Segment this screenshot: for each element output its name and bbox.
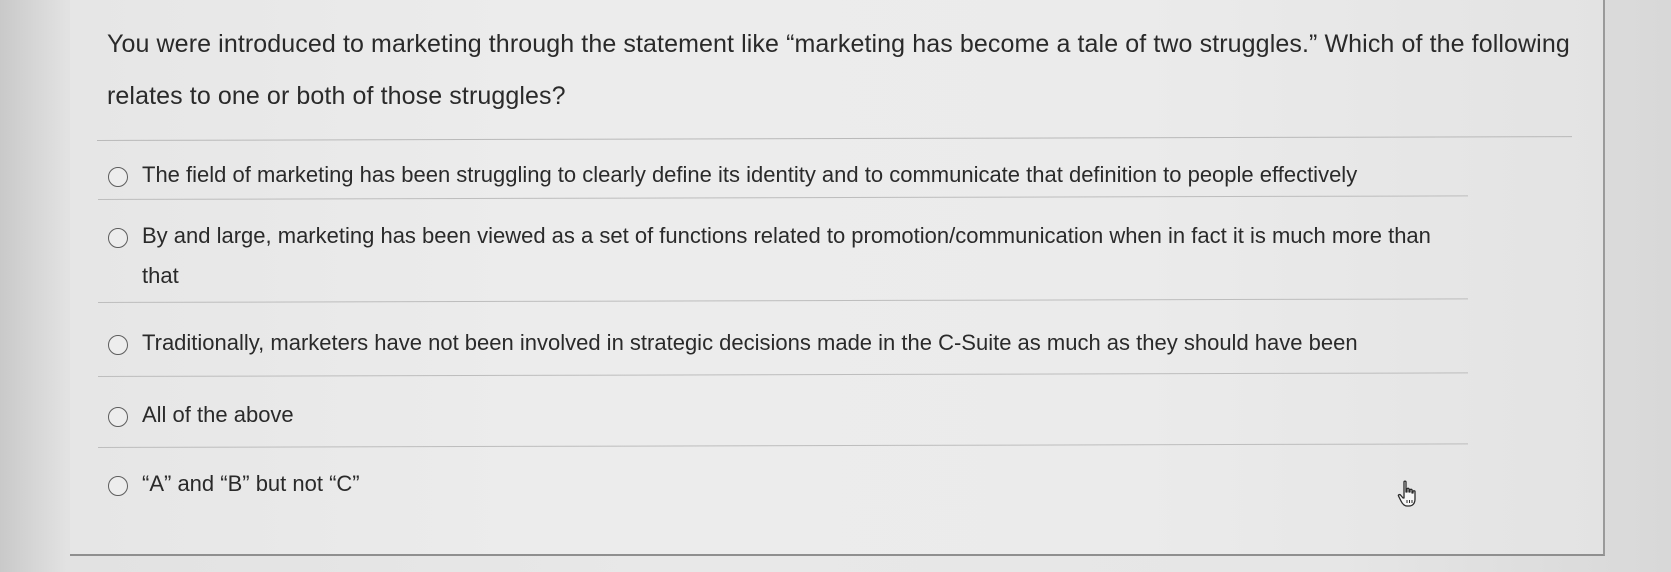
answer-label[interactable]: The field of marketing has been struggli… — [142, 150, 1357, 195]
radio-icon[interactable] — [108, 228, 128, 248]
radio-icon[interactable] — [108, 407, 128, 427]
question-card: You were introduced to marketing through… — [70, 0, 1605, 556]
answer-option-d[interactable]: All of the above — [108, 390, 1578, 435]
answer-label[interactable]: Traditionally, marketers have not been i… — [142, 318, 1358, 363]
option-divider — [97, 298, 1468, 303]
answer-option-a[interactable]: The field of marketing has been struggli… — [108, 150, 1578, 195]
answer-label[interactable]: By and large, marketing has been viewed … — [142, 211, 1472, 296]
option-divider — [97, 443, 1468, 448]
radio-icon[interactable] — [108, 167, 128, 187]
radio-icon[interactable] — [108, 335, 128, 355]
answer-label[interactable]: All of the above — [142, 390, 294, 435]
radio-icon[interactable] — [108, 476, 128, 496]
answer-list: The field of marketing has been struggli… — [97, 150, 1578, 504]
answer-option-c[interactable]: Traditionally, marketers have not been i… — [108, 318, 1578, 363]
option-divider — [97, 195, 1468, 200]
question-text: You were introduced to marketing through… — [107, 30, 1570, 110]
hand-pointer-cursor-icon — [1397, 480, 1416, 507]
answer-label[interactable]: “A” and “B” but not “C” — [142, 459, 360, 504]
option-divider — [97, 372, 1468, 377]
question-divider — [96, 136, 1572, 141]
answer-option-e[interactable]: “A” and “B” but not “C” — [108, 459, 1578, 504]
answer-option-b[interactable]: By and large, marketing has been viewed … — [108, 211, 1578, 296]
